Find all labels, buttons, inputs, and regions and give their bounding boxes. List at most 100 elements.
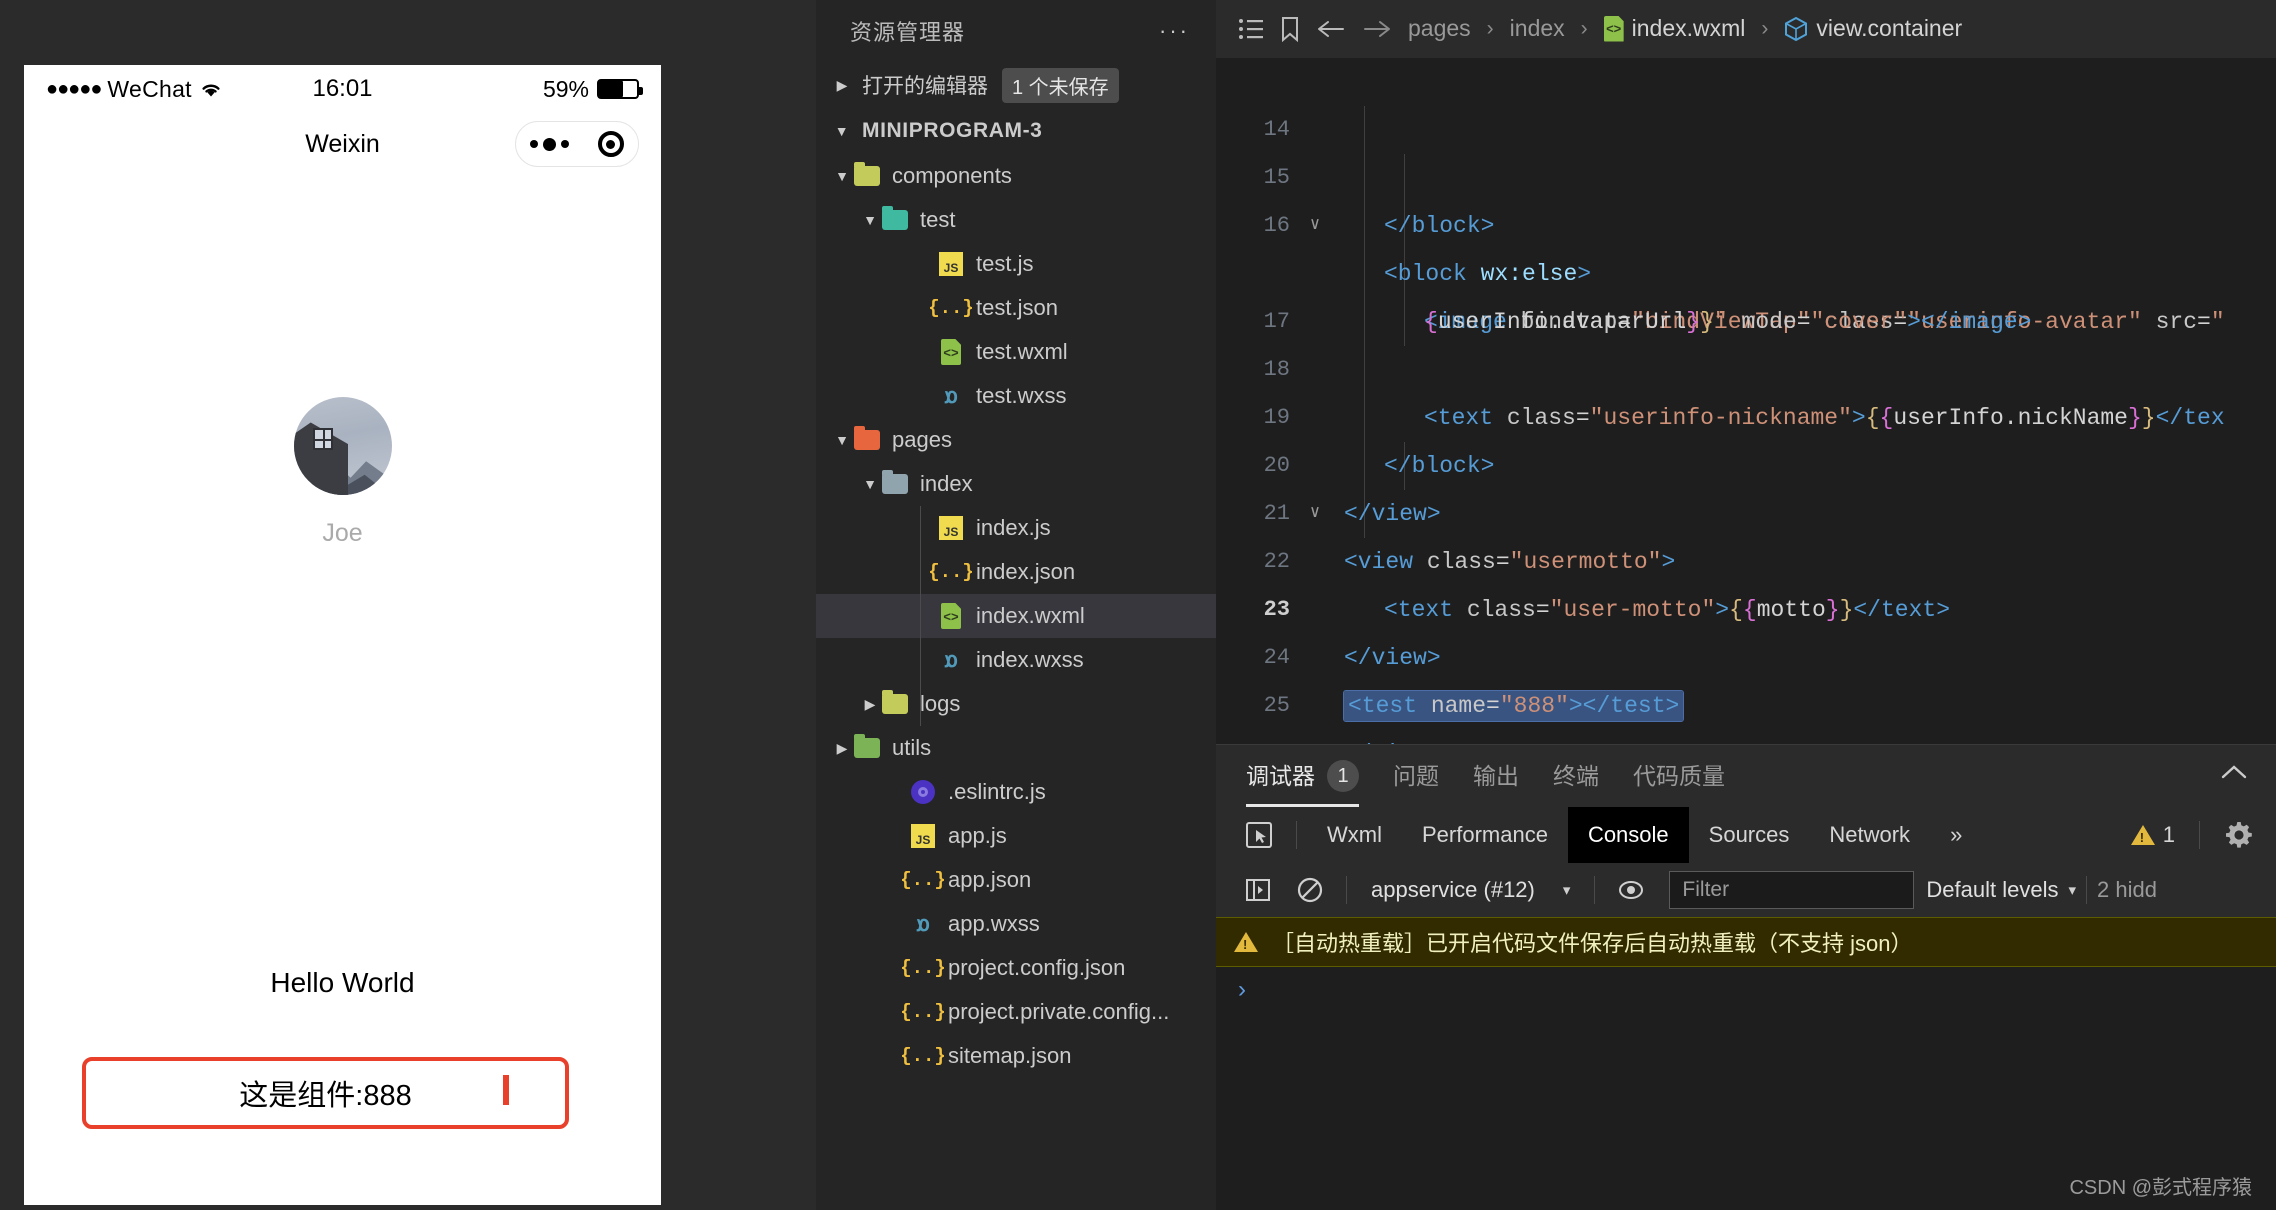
tree-item-index.json[interactable]: {..} index.json xyxy=(816,550,1216,594)
js-file-icon: JS xyxy=(936,513,966,543)
userinfo-nickname: Joe xyxy=(322,519,363,547)
devtools-tab-sources[interactable]: Sources xyxy=(1689,807,1810,863)
tree-item-index.wxss[interactable]: ⍺ index.wxss xyxy=(816,638,1216,682)
test-component-box: 这是组件:888 xyxy=(82,1057,569,1129)
devtools-tab-wxml[interactable]: Wxml xyxy=(1307,807,1402,863)
outline-list-icon[interactable] xyxy=(1238,18,1264,40)
devtools-tab-console[interactable]: Console xyxy=(1567,807,1689,863)
tree-item-sitemap.json[interactable]: {..} sitemap.json xyxy=(816,1034,1216,1078)
tree-item-project.private.config...[interactable]: {..} project.private.config... xyxy=(816,990,1216,1034)
tree-item-components[interactable]: ▼ components xyxy=(816,154,1216,198)
chevron-down-icon[interactable]: ▼ xyxy=(860,212,880,228)
chevron-down-icon[interactable]: ▼ xyxy=(832,432,852,448)
tree-item-label: index xyxy=(920,471,973,496)
chevron-down-icon[interactable]: ▼ xyxy=(860,476,880,492)
project-root-section[interactable]: ▼ MINIPROGRAM-3 xyxy=(816,108,1216,154)
warning-count-badge[interactable]: 1 xyxy=(2130,822,2175,848)
devtools-tab-performance[interactable]: Performance xyxy=(1402,807,1568,863)
tree-item-project.config.json[interactable]: {..} project.config.json xyxy=(816,946,1216,990)
tree-item-utils[interactable]: ▶ utils xyxy=(816,726,1216,770)
breadcrumb-item-pages[interactable]: pages xyxy=(1408,15,1471,42)
tree-item-index.wxml[interactable]: <> index.wxml xyxy=(816,594,1216,638)
tree-item-index[interactable]: ▼ index xyxy=(816,462,1216,506)
explorer-title: 资源管理器 xyxy=(850,20,966,45)
console-hidden-count: 2 hidd xyxy=(2097,877,2157,902)
show-console-sidebar-icon[interactable] xyxy=(1232,863,1284,917)
ellipsis-icon[interactable]: ··· xyxy=(1159,18,1190,44)
tree-item-pages[interactable]: ▼ pages xyxy=(816,418,1216,462)
chevron-double-right-icon[interactable]: » xyxy=(1930,807,1982,863)
breadcrumb-item-index[interactable]: index xyxy=(1510,15,1565,42)
code-text: <test name="888"></test> xyxy=(1342,682,1685,730)
wxml-file-icon: <> xyxy=(936,337,966,367)
json-file-icon: {..} xyxy=(900,957,946,979)
console-warning-row[interactable]: ［自动热重载］已开启代码文件保存后自动热重载（不支持 json） xyxy=(1216,917,2276,967)
tree-item-app.wxss[interactable]: ⍺ app.wxss xyxy=(816,902,1216,946)
debugger-count-badge: 1 xyxy=(1327,760,1359,792)
tree-item-label: components xyxy=(892,163,1012,188)
chevron-up-icon[interactable] xyxy=(2220,763,2248,781)
console-warning-message: ［自动热重载］已开启代码文件保存后自动热重载（不支持 json） xyxy=(1272,931,1913,956)
code-line: 18 </block> xyxy=(1216,298,2276,479)
tree-item-label: sitemap.json xyxy=(948,1043,1072,1068)
tree-item-test.js[interactable]: JS test.js xyxy=(816,242,1216,286)
console-prompt[interactable]: › xyxy=(1216,967,2276,1013)
chevron-right-icon[interactable]: ▶ xyxy=(860,696,880,713)
tab-debugger[interactable]: 调试器 1 xyxy=(1246,745,1359,807)
tree-item-app.json[interactable]: {..} app.json xyxy=(816,858,1216,902)
tab-debugger-label: 调试器 xyxy=(1246,763,1315,789)
more-dots-icon[interactable] xyxy=(530,137,570,151)
chevron-right-icon[interactable]: ▶ xyxy=(832,740,852,757)
tree-item-label: logs xyxy=(920,691,961,716)
tree-item-label: test.wxss xyxy=(976,383,1067,408)
tree-item-test.wxss[interactable]: ⍺ test.wxss xyxy=(816,374,1216,418)
arrow-left-icon[interactable] xyxy=(1316,18,1346,40)
breadcrumb-item-file[interactable]: <> index.wxml xyxy=(1603,15,1745,42)
chevron-down-icon[interactable]: ▼ xyxy=(832,123,852,139)
battery-percent: 59% xyxy=(542,75,589,102)
breadcrumb-item-symbol[interactable]: view.container xyxy=(1784,15,1962,42)
wxml-file-icon: <> xyxy=(1603,15,1624,42)
console-levels-select[interactable]: Default levels ▾ xyxy=(1926,877,2076,903)
console-context-select[interactable]: appservice (#12) ▾ xyxy=(1357,877,1584,903)
code-line: 21 <text class="user-motto">{{motto}}</t… xyxy=(1216,442,2276,623)
live-expression-icon[interactable] xyxy=(1605,863,1657,917)
code-line: 25 xyxy=(1216,634,2276,718)
console-filter-input[interactable]: Filter xyxy=(1669,871,1915,909)
tree-item-test.wxml[interactable]: <> test.wxml xyxy=(816,330,1216,374)
open-editors-section[interactable]: ▶ 打开的编辑器 1 个未保存 xyxy=(816,62,1216,108)
chevron-down-icon[interactable]: ▼ xyxy=(832,168,852,184)
bookmark-icon[interactable] xyxy=(1280,16,1300,42)
userinfo-block: Joe xyxy=(24,175,661,548)
wxss-file-icon: ⍺ xyxy=(944,383,958,408)
gear-icon[interactable] xyxy=(2224,820,2254,850)
tab-problems[interactable]: 问题 xyxy=(1393,745,1439,807)
chevron-right-icon[interactable]: ▶ xyxy=(832,77,852,94)
json-file-icon: {..} xyxy=(900,869,946,891)
devtools-tab-network[interactable]: Network xyxy=(1809,807,1930,863)
wxss-file-icon: ⍺ xyxy=(916,911,930,936)
code-editor[interactable]: 14 </block> 15 ∨ <block wx:else> 16 <ima… xyxy=(1216,58,2276,744)
tree-item-logs[interactable]: ▶ logs xyxy=(816,682,1216,726)
tree-item-label: app.js xyxy=(948,823,1007,848)
battery-area: 59% xyxy=(542,75,643,103)
tree-item-test[interactable]: ▼ test xyxy=(816,198,1216,242)
clear-console-icon[interactable] xyxy=(1284,863,1336,917)
inspect-cursor-icon[interactable] xyxy=(1232,807,1286,863)
breadcrumb-separator: › xyxy=(1486,16,1494,40)
tree-item-app.js[interactable]: JS app.js xyxy=(816,814,1216,858)
folder-icon xyxy=(880,469,910,499)
tree-item-test.json[interactable]: {..} test.json xyxy=(816,286,1216,330)
console-toolbar: appservice (#12) ▾ Filter Default levels… xyxy=(1216,863,2276,917)
tab-terminal[interactable]: 终端 xyxy=(1553,745,1599,807)
tree-item-.eslintrc.js[interactable]: .eslintrc.js xyxy=(816,770,1216,814)
capsule-button[interactable] xyxy=(515,121,639,167)
breadcrumb-separator: › xyxy=(1580,16,1588,40)
target-icon[interactable] xyxy=(597,131,624,157)
arrow-right-icon[interactable] xyxy=(1362,18,1392,40)
tab-output[interactable]: 输出 xyxy=(1473,745,1519,807)
tab-code-quality[interactable]: 代码质量 xyxy=(1633,745,1725,807)
tree-item-index.js[interactable]: JS index.js xyxy=(816,506,1216,550)
json-file-icon: {..} xyxy=(928,297,974,319)
userinfo-avatar[interactable] xyxy=(293,397,392,495)
